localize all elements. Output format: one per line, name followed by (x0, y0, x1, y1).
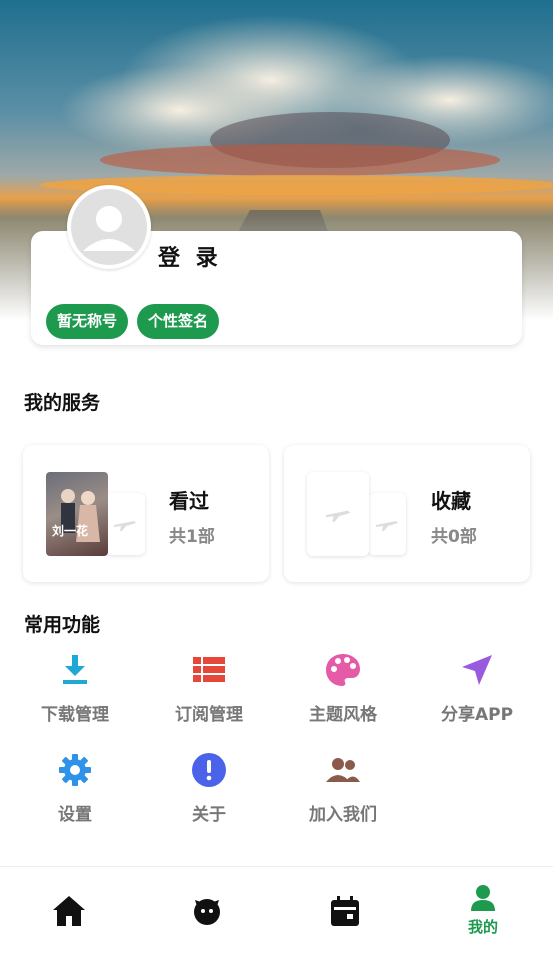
function-label: 设置 (58, 805, 92, 825)
function-label: 订阅管理 (175, 705, 243, 725)
plane-icon (114, 521, 136, 531)
functions-title: 常用功能 (24, 614, 101, 636)
calendar-icon (331, 895, 359, 926)
person-icon (471, 885, 495, 911)
theme-style-item[interactable]: 主题风格 (276, 652, 410, 725)
poster-placeholder (368, 493, 406, 555)
poster-placeholder (307, 472, 369, 556)
download-manage-item[interactable]: 下载管理 (8, 652, 142, 725)
title-chip[interactable]: 暂无称号 (46, 304, 129, 339)
nav-mine-label: 我的 (467, 918, 498, 936)
avatar[interactable] (67, 185, 151, 269)
about-item[interactable]: 关于 (142, 752, 276, 825)
settings-item[interactable]: 设置 (8, 752, 142, 825)
nav-schedule[interactable] (276, 867, 414, 954)
function-label: 下载管理 (41, 705, 109, 725)
nav-home[interactable] (0, 867, 138, 954)
avatar-placeholder-icon (71, 189, 147, 265)
poster-title: 刘一花 (52, 524, 89, 538)
palette-icon (276, 652, 410, 688)
share-app-item[interactable]: 分享APP (410, 652, 544, 725)
watched-label: 看过 (169, 489, 209, 513)
function-label: 分享APP (440, 705, 514, 725)
group-icon (276, 752, 410, 788)
favorites-count: 共0部 (431, 527, 477, 547)
nav-mine[interactable]: 我的 (414, 867, 552, 954)
plane-icon (376, 521, 398, 531)
gear-icon (8, 752, 142, 788)
favorites-card[interactable]: 收藏 共0部 (284, 445, 530, 582)
poster-placeholder (105, 493, 145, 555)
watched-count: 共1部 (169, 527, 215, 547)
watched-card[interactable]: 刘一花 看过 共1部 (23, 445, 269, 582)
signature-chip[interactable]: 个性签名 (137, 304, 220, 339)
function-label: 关于 (192, 805, 226, 825)
list-icon (142, 652, 276, 688)
poster-thumbnail[interactable]: 刘一花 (46, 472, 108, 556)
bottom-nav: 我的 (0, 866, 553, 954)
function-label: 主题风格 (309, 705, 377, 725)
services-title: 我的服务 (24, 392, 101, 414)
plane-icon (325, 510, 351, 522)
home-icon (53, 895, 85, 926)
subscribe-manage-item[interactable]: 订阅管理 (142, 652, 276, 725)
send-icon (410, 652, 544, 688)
login-link[interactable]: 登 录 (158, 240, 222, 272)
join-us-item[interactable]: 加入我们 (276, 752, 410, 825)
download-icon (8, 652, 142, 688)
nav-discover[interactable] (138, 867, 276, 954)
function-label: 加入我们 (309, 805, 377, 825)
face-icon (194, 898, 220, 925)
favorites-label: 收藏 (431, 489, 471, 513)
info-icon (142, 752, 276, 788)
